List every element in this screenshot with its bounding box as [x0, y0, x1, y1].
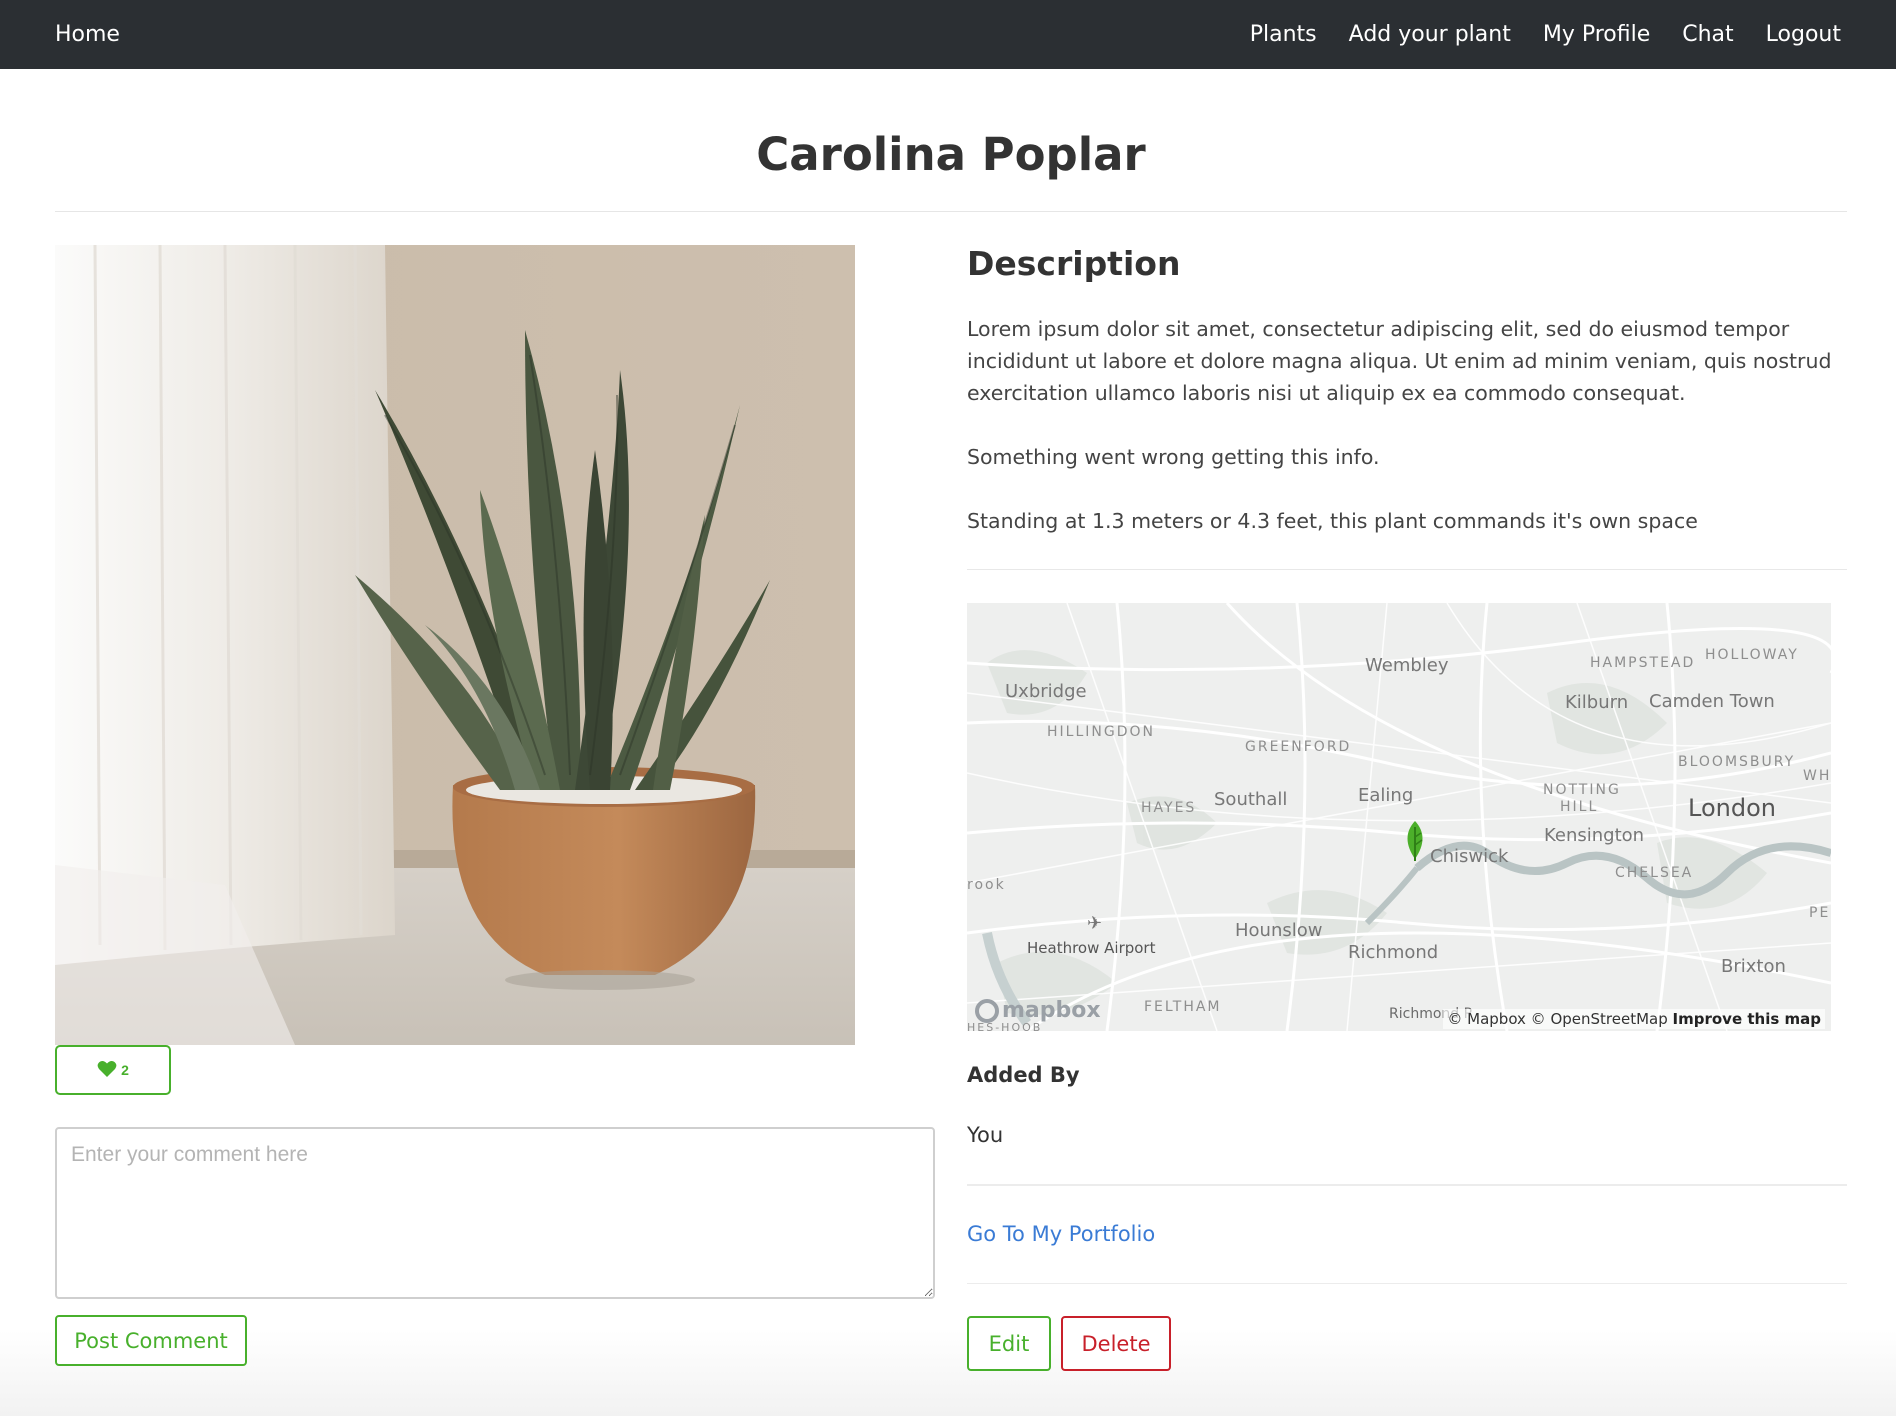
airport-icon: ✈ — [1087, 913, 1103, 934]
map-label: HILL — [1560, 799, 1599, 815]
added-by-value: You — [967, 1123, 1004, 1147]
nav-home-link[interactable]: Home — [55, 22, 120, 47]
like-button[interactable]: 2 — [55, 1045, 171, 1095]
map-label: Hounslow — [1235, 920, 1323, 941]
map-label: Kilburn — [1565, 692, 1629, 713]
map-label: HAYES — [1141, 800, 1197, 816]
map-label: CHELSEA — [1615, 865, 1694, 881]
nav-item-my-profile[interactable]: My Profile — [1543, 22, 1650, 47]
map-attribution: © Mapbox © OpenStreetMap Improve this ma… — [1443, 1009, 1825, 1029]
description-status: Something went wrong getting this info. — [967, 445, 1380, 469]
map-label: WHI — [1803, 768, 1831, 784]
map-label: PEC — [1809, 905, 1831, 921]
map-label: HILLINGDON — [1047, 724, 1155, 740]
map-label: FELTHAM — [1144, 999, 1222, 1015]
description-paragraph: Lorem ipsum dolor sit amet, consectetur … — [967, 317, 1832, 405]
map-label: Richmond — [1348, 942, 1439, 963]
nav-item-logout[interactable]: Logout — [1766, 22, 1841, 47]
map-label: Southall — [1214, 789, 1288, 810]
map-label: Kensington — [1544, 825, 1645, 846]
description-body: Lorem ipsum dolor sit amet, consectetur … — [967, 313, 1847, 569]
nav-item-chat[interactable]: Chat — [1682, 22, 1733, 47]
added-by-divider — [967, 1184, 1847, 1186]
added-by-label: Added By — [967, 1063, 1080, 1087]
plant-photo — [55, 245, 855, 1045]
top-navbar: Home Plants Add your plant My Profile Ch… — [0, 0, 1896, 69]
map-label: Ealing — [1358, 785, 1414, 806]
description-divider — [967, 569, 1847, 570]
location-map[interactable]: Wembley HAMPSTEAD HOLLOWAY Uxbridge Kilb… — [967, 603, 1831, 1031]
map-label: HOLLOWAY — [1705, 647, 1799, 663]
description-heading: Description — [967, 244, 1181, 283]
mapbox-logo[interactable]: mapbox — [975, 998, 1101, 1023]
edit-button[interactable]: Edit — [967, 1316, 1051, 1371]
map-label: HAMPSTEAD — [1590, 655, 1696, 671]
like-count: 2 — [121, 1062, 129, 1078]
improve-map-link[interactable]: Improve this map — [1673, 1010, 1821, 1028]
title-divider — [55, 211, 1847, 212]
map-label: GREENFORD — [1245, 739, 1352, 755]
description-height: Standing at 1.3 meters or 4.3 feet, this… — [967, 509, 1698, 533]
nav-item-add-plant[interactable]: Add your plant — [1349, 22, 1511, 47]
portfolio-link[interactable]: Go To My Portfolio — [967, 1222, 1155, 1246]
map-label: Brixton — [1721, 956, 1786, 977]
map-label: NOTTING — [1543, 782, 1621, 798]
map-label: Heathrow Airport — [1027, 939, 1156, 957]
delete-button[interactable]: Delete — [1061, 1316, 1171, 1371]
map-label: London — [1688, 794, 1776, 822]
nav-menu: Plants Add your plant My Profile Chat Lo… — [1250, 22, 1841, 47]
map-label: Camden Town — [1649, 691, 1775, 712]
comment-input[interactable] — [55, 1127, 935, 1299]
map-label: BLOOMSBURY — [1678, 754, 1796, 770]
leaf-marker-icon[interactable] — [1402, 821, 1428, 863]
map-label: rook — [967, 877, 1006, 893]
page-title: Carolina Poplar — [756, 128, 1146, 181]
nav-item-plants[interactable]: Plants — [1250, 22, 1317, 47]
map-label: Uxbridge — [1005, 681, 1087, 702]
post-comment-button[interactable]: Post Comment — [55, 1315, 247, 1366]
map-label: Wembley — [1365, 655, 1449, 676]
map-label: Chiswick — [1430, 846, 1509, 867]
portfolio-divider — [967, 1283, 1847, 1284]
heart-icon — [97, 1060, 117, 1081]
mapbox-ring-icon — [975, 998, 999, 1023]
